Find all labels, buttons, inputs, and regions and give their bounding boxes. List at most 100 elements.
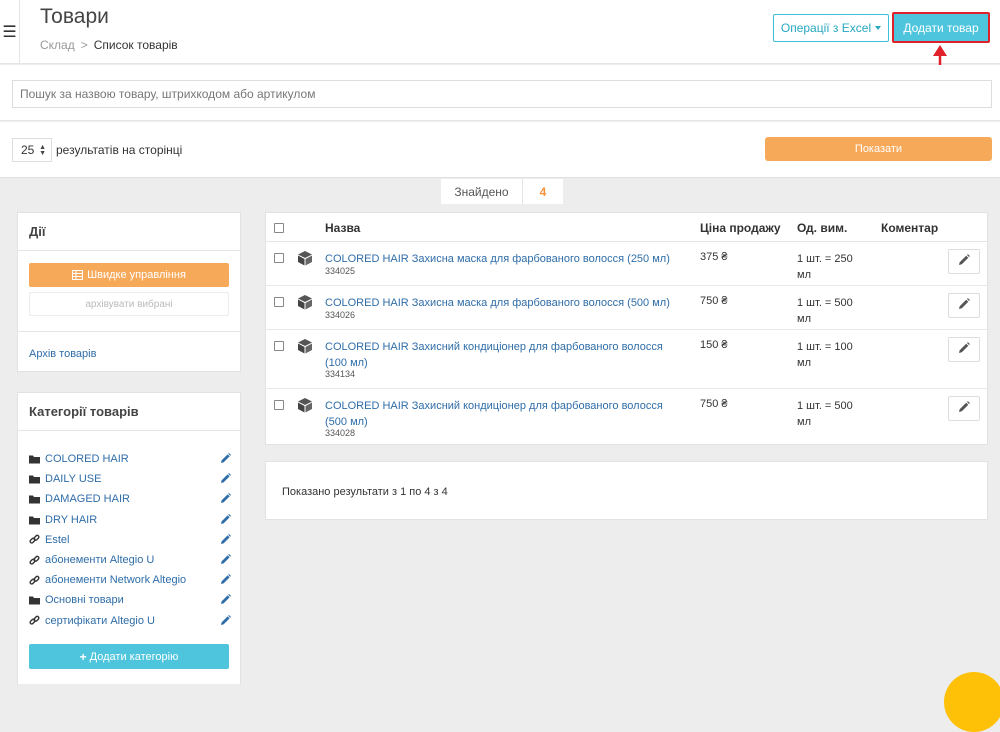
pencil-icon[interactable] xyxy=(220,533,231,548)
pencil-icon xyxy=(958,298,970,313)
row-checkbox[interactable] xyxy=(274,341,284,351)
product-unit: 1 шт. = 500 мл xyxy=(797,400,853,428)
category-item[interactable]: Estel xyxy=(29,530,231,550)
folder-icon xyxy=(29,595,43,605)
plus-icon: + xyxy=(79,649,87,664)
product-price: 375 ₴ xyxy=(700,251,728,263)
row-checkbox[interactable] xyxy=(274,253,284,263)
categories-panel-title: Категорії товарів xyxy=(18,393,240,431)
category-item[interactable]: абонементи Network Altegio xyxy=(29,570,231,590)
found-count: 4 xyxy=(539,184,547,199)
category-label: DAILY USE xyxy=(45,473,102,486)
edit-product-button[interactable] xyxy=(948,396,980,421)
per-page-value: 25 xyxy=(21,143,35,157)
box-icon xyxy=(297,338,313,357)
product-sku: 334028 xyxy=(325,428,356,438)
select-all-checkbox[interactable] xyxy=(274,223,284,233)
pencil-icon[interactable] xyxy=(220,473,231,487)
edit-product-button[interactable] xyxy=(948,337,980,362)
link-icon xyxy=(29,575,43,586)
product-sku: 334134 xyxy=(325,369,356,379)
folder-icon xyxy=(29,494,43,504)
pencil-icon[interactable] xyxy=(220,614,231,629)
pencil-icon[interactable] xyxy=(220,574,231,588)
breadcrumb-current: Список товарів xyxy=(93,38,178,52)
add-category-button[interactable]: + Додати категорію xyxy=(29,644,229,669)
category-label: DAMAGED HAIR xyxy=(45,493,130,506)
column-price-header[interactable]: Ціна продажу xyxy=(700,221,781,235)
updown-icon: ▲ ▼ xyxy=(39,144,46,157)
panel-divider xyxy=(18,331,240,332)
category-item[interactable]: Основні товари xyxy=(29,590,231,610)
caret-down-icon xyxy=(875,26,882,30)
top-header: ☰ Товари Склад > Список товарів Операції з… xyxy=(0,0,1000,64)
category-item[interactable]: COLORED HAIR xyxy=(29,449,231,469)
products-table: Назва Ціна продажу Од. вим. Коментар COL… xyxy=(265,212,988,445)
pencil-icon[interactable] xyxy=(220,513,231,528)
box-icon xyxy=(297,250,313,269)
pencil-icon[interactable] xyxy=(220,594,231,608)
edit-product-button[interactable] xyxy=(948,249,980,274)
add-product-label: Додати товар xyxy=(903,20,979,35)
page-title: Товари xyxy=(40,5,109,28)
category-item[interactable]: DRY HAIR xyxy=(29,510,231,530)
pencil-icon[interactable] xyxy=(220,453,231,467)
product-price: 750 ₴ xyxy=(700,398,728,410)
pagination-section: 25 ▲ ▼ результатів на сторінці Показати xyxy=(0,122,1000,178)
column-comment-header[interactable]: Коментар xyxy=(881,221,938,235)
grid-icon xyxy=(72,270,84,280)
category-label: DRY HAIR xyxy=(45,513,98,526)
quick-management-button[interactable]: Швидке управління xyxy=(29,263,229,287)
chat-widget-button[interactable] xyxy=(944,672,1000,732)
product-unit: 1 шт. = 100 мл xyxy=(797,341,853,369)
per-page-label: результатів на сторінці xyxy=(56,143,183,157)
product-sku: 334025 xyxy=(325,266,356,276)
product-price: 750 ₴ xyxy=(700,295,728,307)
row-checkbox[interactable] xyxy=(274,400,284,410)
edit-product-button[interactable] xyxy=(948,293,980,318)
show-button[interactable]: Показати xyxy=(765,137,992,161)
row-checkbox[interactable] xyxy=(274,297,284,307)
breadcrumb-root[interactable]: Склад xyxy=(40,38,75,52)
add-product-button[interactable]: Додати товар xyxy=(892,12,990,43)
category-item[interactable]: DAILY USE xyxy=(29,469,231,489)
table-header: Назва Ціна продажу Од. вим. Коментар xyxy=(266,213,987,242)
table-row: COLORED HAIR Захисний кондиціонер для фа… xyxy=(266,330,987,389)
found-counter: Знайдено 4 xyxy=(441,179,563,204)
actions-panel: Дії Швидке управління архівувати вибрані… xyxy=(17,212,241,372)
archive-selected-button[interactable]: архівувати вибрані xyxy=(29,292,229,316)
link-icon xyxy=(29,555,43,566)
results-summary-panel: Показано результати з 1 по 4 з 4 xyxy=(265,461,988,520)
per-page-select[interactable]: 25 ▲ ▼ xyxy=(12,138,52,162)
product-name-link[interactable]: COLORED HAIR Захисний кондиціонер для фа… xyxy=(325,339,687,371)
hamburger-icon[interactable]: ☰ xyxy=(0,0,20,64)
pencil-icon xyxy=(958,254,970,269)
excel-operations-label: Операції з Excel xyxy=(780,21,872,35)
product-name-link[interactable]: COLORED HAIR Захисний кондиціонер для фа… xyxy=(325,398,687,430)
folder-icon xyxy=(29,454,43,464)
found-label: Знайдено xyxy=(441,179,523,204)
pencil-icon[interactable] xyxy=(220,553,231,568)
product-name-link[interactable]: COLORED HAIR Захисна маска для фарбовано… xyxy=(325,295,687,311)
search-input[interactable] xyxy=(12,80,992,108)
quick-management-label: Швидке управління xyxy=(87,269,186,281)
breadcrumb: Склад > Список товарів xyxy=(40,38,178,52)
product-archive-link[interactable]: Архів товарів xyxy=(29,348,96,360)
folder-icon xyxy=(29,474,43,484)
show-button-label: Показати xyxy=(854,143,903,155)
category-item[interactable]: сертифікати Altegio U xyxy=(29,611,231,631)
product-price: 150 ₴ xyxy=(700,339,728,351)
category-item[interactable]: абонементи Altegio U xyxy=(29,550,231,570)
box-icon xyxy=(297,397,313,416)
category-item[interactable]: DAMAGED HAIR xyxy=(29,489,231,509)
column-unit-header[interactable]: Од. вим. xyxy=(797,221,847,235)
product-unit: 1 шт. = 500 мл xyxy=(797,297,853,325)
pencil-icon[interactable] xyxy=(220,493,231,507)
excel-operations-button[interactable]: Операції з Excel xyxy=(773,14,889,42)
category-label: Основні товари xyxy=(45,594,124,607)
product-name-link[interactable]: COLORED HAIR Захисна маска для фарбовано… xyxy=(325,251,687,267)
column-name-header[interactable]: Назва xyxy=(325,221,360,235)
pencil-icon xyxy=(958,401,970,416)
breadcrumb-separator: > xyxy=(80,38,88,52)
search-section xyxy=(0,65,1000,121)
